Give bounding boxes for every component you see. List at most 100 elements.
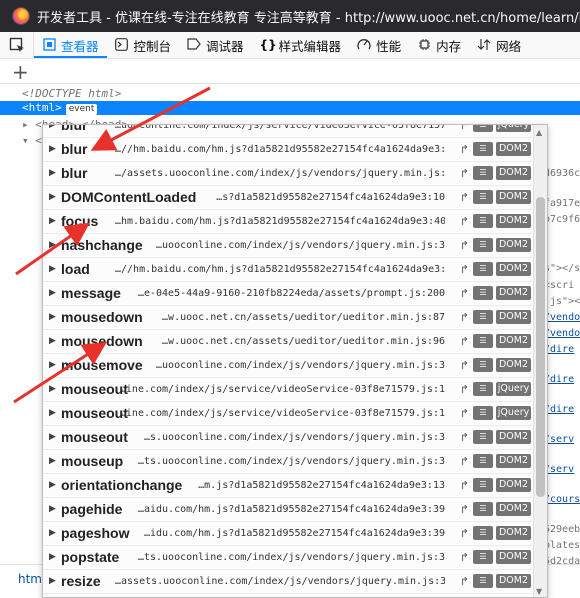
open-in-debugger-icon[interactable]: ↱ — [460, 311, 469, 324]
open-in-debugger-icon[interactable]: ↱ — [460, 239, 469, 252]
toggle-listener-icon[interactable]: ☰ — [473, 550, 493, 564]
event-row[interactable]: ▶ blur …//hm.baidu.com/hm.js?d1a5821d95582… — [43, 138, 533, 162]
open-in-debugger-icon[interactable]: ↱ — [460, 143, 469, 156]
event-source-link[interactable]: …s.uooconline.com/index/js/vendors/jquer… — [144, 432, 445, 443]
expand-twisty-icon[interactable]: ▾ — [22, 134, 29, 147]
markup-fragment[interactable]: /serv — [544, 433, 580, 446]
event-source-link[interactable]: …s?d1a5821d95582e27154fc4a1624da9e3:10 — [216, 192, 445, 203]
open-in-debugger-icon[interactable]: ↱ — [460, 455, 469, 468]
event-source-link[interactable]: …/assets.uooconline.com/index/js/vendors… — [115, 168, 445, 179]
event-source-link[interactable]: …assets.uooconline.com/index/js/vendors/… — [115, 576, 445, 587]
toggle-listener-icon[interactable]: ☰ — [473, 214, 493, 228]
event-row[interactable]: ▶ mouseout …ine.com/index/js/service/video… — [43, 378, 533, 402]
expand-arrow-icon[interactable]: ▶ — [49, 336, 56, 346]
scroll-down-icon[interactable]: ▼ — [536, 587, 542, 596]
toggle-listener-icon[interactable]: ☰ — [473, 382, 493, 396]
toggle-listener-icon[interactable]: ☰ — [473, 262, 493, 276]
event-source-link[interactable]: …w.uooc.net.cn/assets/ueditor/ueditor.mi… — [162, 336, 445, 347]
open-in-debugger-icon[interactable]: ↱ — [460, 167, 469, 180]
toggle-listener-icon[interactable]: ☰ — [473, 310, 493, 324]
event-source-link[interactable]: …hm.baidu.com/hm.js?d1a5821d95582e27154f… — [115, 216, 445, 227]
toggle-listener-icon[interactable]: ☰ — [473, 406, 493, 420]
event-source-link[interactable]: …ts.uooconline.com/index/js/vendors/jque… — [138, 456, 445, 467]
toggle-listener-icon[interactable]: ☰ — [473, 142, 493, 156]
event-source-link[interactable]: …w.uooc.net.cn/assets/ueditor/ueditor.mi… — [162, 312, 445, 323]
expand-arrow-icon[interactable]: ▶ — [49, 504, 56, 514]
toggle-listener-icon[interactable]: ☰ — [473, 125, 493, 132]
html-node-selected[interactable]: <html> event — [0, 101, 580, 115]
expand-arrow-icon[interactable]: ▶ — [49, 408, 56, 418]
expand-arrow-icon[interactable]: ▶ — [49, 240, 56, 250]
expand-arrow-icon[interactable]: ▶ — [49, 192, 56, 202]
event-row[interactable]: ▶ mousemove …uooconline.com/index/js/vendo… — [43, 354, 533, 378]
markup-fragment[interactable]: /vendo — [544, 327, 580, 340]
event-row[interactable]: ▶ blur …/assets.uooconline.com/index/js/ve… — [43, 162, 533, 186]
event-row[interactable]: ▶ focus …hm.baidu.com/hm.js?d1a5821d95582e… — [43, 210, 533, 234]
event-row[interactable]: ▶ DOMContentLoaded …s?d1a5821d95582e27154f… — [43, 186, 533, 210]
open-in-debugger-icon[interactable]: ↱ — [460, 527, 469, 540]
toggle-listener-icon[interactable]: ☰ — [473, 478, 493, 492]
expand-arrow-icon[interactable]: ▶ — [49, 216, 56, 226]
event-source-link[interactable]: …ts.uooconline.com/index/js/vendors/jque… — [138, 552, 445, 563]
event-row[interactable]: ▶ mousedown …w.uooc.net.cn/assets/ueditor/… — [43, 330, 533, 354]
toggle-listener-icon[interactable]: ☰ — [473, 286, 493, 300]
event-row[interactable]: ▶ mouseout …s.uooconline.com/index/js/vend… — [43, 426, 533, 450]
event-row[interactable]: ▶ message …e-04e5-44a9-9160-210fb8224eda/a… — [43, 282, 533, 306]
expand-arrow-icon[interactable]: ▶ — [49, 480, 56, 490]
expand-arrow-icon[interactable]: ▶ — [49, 432, 56, 442]
toggle-listener-icon[interactable]: ☰ — [473, 502, 493, 516]
toggle-listener-icon[interactable]: ☰ — [473, 358, 493, 372]
event-source-link[interactable]: …idu.com/hm.js?d1a5821d95582e27154fc4a16… — [144, 528, 445, 539]
expand-arrow-icon[interactable]: ▶ — [49, 552, 56, 562]
expand-arrow-icon[interactable]: ▶ — [49, 576, 56, 586]
expand-arrow-icon[interactable]: ▶ — [49, 456, 56, 466]
element-picker-button[interactable] — [0, 32, 34, 58]
event-row[interactable]: ▶ pageshow …idu.com/hm.js?d1a5821d95582e27… — [43, 522, 533, 546]
event-row[interactable]: ▶ popstate …ts.uooconline.com/index/js/ven… — [43, 546, 533, 570]
tab-performance[interactable]: 性能 — [349, 32, 409, 58]
scrollbar-thumb[interactable] — [536, 197, 545, 497]
event-source-link[interactable]: …uooconline.com/index/js/vendors/jquery.… — [156, 360, 445, 371]
event-row[interactable]: ▶ blur …uooconline.com/index/js/service/vi… — [43, 125, 533, 138]
toggle-listener-icon[interactable]: ☰ — [473, 430, 493, 444]
open-in-debugger-icon[interactable]: ↱ — [460, 503, 469, 516]
expand-arrow-icon[interactable]: ▶ — [49, 384, 56, 394]
event-row[interactable]: ▶ mousedown …w.uooc.net.cn/assets/ueditor/… — [43, 306, 533, 330]
event-row[interactable]: ▶ load …//hm.baidu.com/hm.js?d1a5821d95582… — [43, 258, 533, 282]
open-in-debugger-icon[interactable]: ↱ — [460, 431, 469, 444]
toggle-listener-icon[interactable]: ☰ — [473, 334, 493, 348]
open-in-debugger-icon[interactable]: ↱ — [460, 263, 469, 276]
event-row[interactable]: ▶ resize …assets.uooconline.com/index/js/v… — [43, 570, 533, 594]
open-in-debugger-icon[interactable]: ↱ — [460, 335, 469, 348]
markup-fragment[interactable]: /vendo — [544, 311, 580, 324]
toggle-listener-icon[interactable]: ☰ — [473, 190, 493, 204]
event-row[interactable]: ▶ hashchange …uooconline.com/index/js/vend… — [43, 234, 533, 258]
scroll-up-icon[interactable]: ▲ — [536, 128, 542, 137]
event-row[interactable]: ▶ orientationchange …m.js?d1a5821d95582e27… — [43, 474, 533, 498]
expand-twisty-icon[interactable]: ▸ — [22, 118, 29, 131]
event-source-link[interactable]: …//hm.baidu.com/hm.js?d1a5821d95582e2715… — [115, 264, 445, 275]
tab-debugger[interactable]: 调试器 — [179, 32, 252, 58]
open-in-debugger-icon[interactable]: ↱ — [460, 479, 469, 492]
expand-arrow-icon[interactable]: ▶ — [49, 360, 56, 370]
open-in-debugger-icon[interactable]: ↱ — [460, 215, 469, 228]
event-source-link[interactable]: …e-04e5-44a9-9160-210fb8224eda/assets/pr… — [138, 288, 445, 299]
event-source-link[interactable]: …uooconline.com/index/js/vendors/jquery.… — [156, 240, 445, 251]
open-in-debugger-icon[interactable]: ↱ — [460, 359, 469, 372]
tab-memory[interactable]: 内存 — [409, 32, 469, 58]
event-row[interactable]: ▶ mouseout …ine.com/index/js/service/video… — [43, 402, 533, 426]
expand-arrow-icon[interactable]: ▶ — [49, 168, 56, 178]
event-badge[interactable]: event — [65, 104, 98, 115]
open-in-debugger-icon[interactable]: ↱ — [460, 125, 469, 132]
event-source-link[interactable]: …m.js?d1a5821d95582e27154fc4a1624da9e3:1… — [198, 480, 445, 491]
toggle-listener-icon[interactable]: ☰ — [473, 166, 493, 180]
tooltip-scrollbar[interactable]: ▲ ▼ — [533, 125, 547, 597]
markup-fragment[interactable]: /dire — [544, 373, 580, 386]
expand-arrow-icon[interactable]: ▶ — [49, 125, 56, 130]
open-in-debugger-icon[interactable]: ↱ — [460, 383, 469, 396]
open-in-debugger-icon[interactable]: ↱ — [460, 551, 469, 564]
toggle-listener-icon[interactable]: ☰ — [473, 574, 493, 588]
toggle-listener-icon[interactable]: ☰ — [473, 526, 493, 540]
tab-network[interactable]: 网络 — [469, 32, 529, 58]
event-row[interactable]: ▶ mouseup …ts.uooconline.com/index/js/vend… — [43, 450, 533, 474]
